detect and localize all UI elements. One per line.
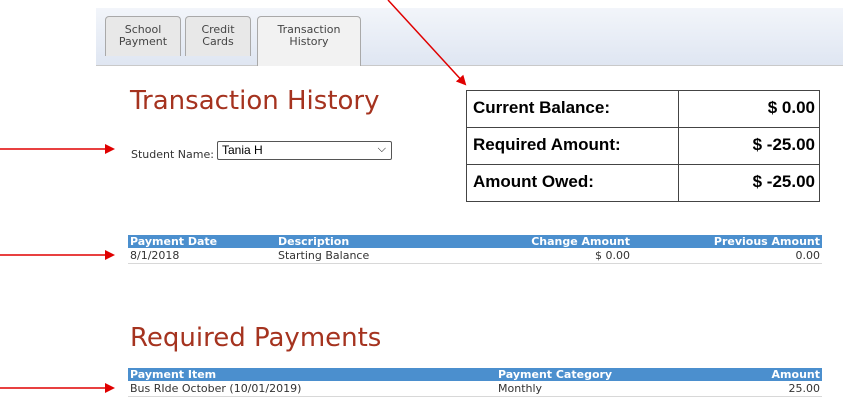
balance-row-required: Required Amount: $ -25.00	[467, 127, 819, 164]
student-name-label: Student Name:	[131, 148, 214, 161]
tab-credit-cards[interactable]: Credit Cards	[185, 16, 251, 56]
cell-change-amount: $ 0.00	[472, 248, 632, 264]
student-name-value: Tania H	[222, 143, 263, 157]
required-payments-table: Payment Item Payment Category Amount Bus…	[128, 368, 822, 397]
table-header-row: Payment Date Description Change Amount P…	[128, 235, 822, 248]
tab-label-line2: Payment	[118, 35, 168, 48]
tab-label-line2: Cards	[202, 35, 234, 48]
tab-label-line2: History	[289, 35, 329, 48]
page-title: Transaction History	[130, 86, 380, 116]
column-header[interactable]: Amount	[696, 368, 822, 381]
chevron-down-icon: ⌵	[377, 143, 386, 155]
table-row: Bus RIde October (10/01/2019) Monthly 25…	[128, 381, 822, 397]
column-header[interactable]: Change Amount	[472, 235, 632, 248]
student-name-select[interactable]: Tania H ⌵	[217, 141, 392, 160]
balance-label: Current Balance:	[467, 91, 679, 127]
column-header[interactable]: Previous Amount	[632, 235, 822, 248]
balance-value: $ -25.00	[752, 135, 815, 154]
table-row: 8/1/2018 Starting Balance $ 0.00 0.00	[128, 248, 822, 264]
tab-school-payment[interactable]: School Payment	[105, 16, 181, 56]
column-header[interactable]: Payment Item	[128, 368, 496, 381]
balance-row-owed: Amount Owed: $ -25.00	[467, 164, 819, 201]
balance-value: $ 0.00	[767, 98, 815, 117]
column-header[interactable]: Payment Category	[496, 368, 696, 381]
tab-transaction-history[interactable]: Transaction History	[257, 16, 361, 66]
table-header-row: Payment Item Payment Category Amount	[128, 368, 822, 381]
transactions-table: Payment Date Description Change Amount P…	[128, 235, 822, 264]
cell-payment-item: Bus RIde October (10/01/2019)	[128, 381, 496, 397]
balance-label: Required Amount:	[467, 128, 679, 164]
cell-previous-amount: 0.00	[632, 248, 822, 264]
balance-value: $ -25.00	[752, 172, 815, 191]
cell-amount: 25.00	[696, 381, 822, 397]
cell-payment-category: Monthly	[496, 381, 696, 397]
cell-payment-date: 8/1/2018	[128, 248, 276, 264]
cell-description: Starting Balance	[276, 248, 472, 264]
required-payments-title: Required Payments	[130, 323, 382, 353]
balance-label: Amount Owed:	[467, 165, 679, 201]
column-header[interactable]: Payment Date	[128, 235, 276, 248]
balance-summary: Current Balance: $ 0.00 Required Amount:…	[466, 90, 820, 202]
balance-row-current: Current Balance: $ 0.00	[467, 91, 819, 127]
column-header[interactable]: Description	[276, 235, 472, 248]
